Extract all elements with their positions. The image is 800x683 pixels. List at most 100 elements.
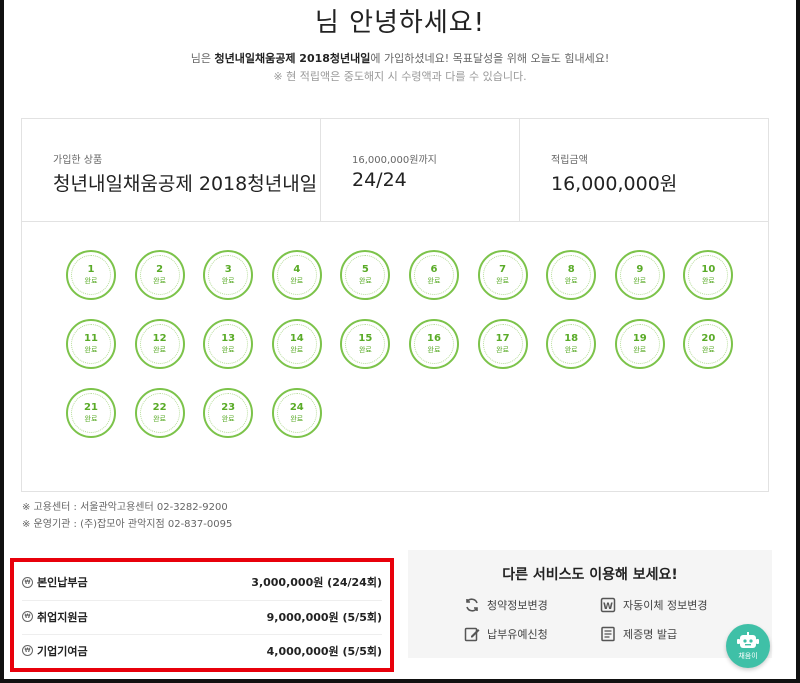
count-summary: 16,000,000원까지 24/24	[320, 119, 519, 221]
installment-status: 완료	[290, 415, 304, 423]
intro-prefix: 님은	[190, 52, 215, 65]
installment-circle: 20 완료	[683, 319, 734, 369]
payment-label: 본인납부금	[37, 576, 88, 589]
installment-number: 4	[293, 264, 301, 275]
installment-status: 완료	[427, 277, 441, 285]
installment-status: 완료	[290, 346, 304, 354]
chatbot-icon	[737, 631, 759, 648]
intro-product: 청년내일채움공제 2018청년내일	[214, 52, 371, 65]
svg-text:W: W	[603, 602, 613, 612]
installment-circle: 12 완료	[134, 319, 185, 369]
installment-status: 완료	[633, 277, 647, 285]
installment-circle: 17 완료	[477, 319, 528, 369]
installment-circle: 23 완료	[203, 388, 254, 438]
installment-circle: 7 완료	[477, 250, 528, 300]
installment-status: 완료	[221, 346, 235, 354]
service-link-certificate-issue[interactable]: 제증명 발급	[600, 626, 677, 642]
installment-status: 완료	[633, 346, 647, 354]
summary-row: 가입한 상품 청년내일채움공제 2018청년내일 16,000,000원까지 2…	[22, 119, 768, 222]
product-summary: 가입한 상품 청년내일채움공제 2018청년내일	[22, 119, 320, 221]
installment-circle: 15 완료	[340, 319, 391, 369]
installment-circle: 21 완료	[66, 388, 116, 438]
installment-number: 2	[156, 264, 164, 275]
installment-status: 완료	[701, 346, 715, 354]
employment-center-info: ※ 고용센터 : 서울관악고용센터 02-3282-9200	[22, 502, 228, 513]
chatbot-label: 채움이	[738, 651, 758, 660]
installment-number: 12	[152, 333, 167, 344]
service-link-label: 청약정보변경	[487, 599, 548, 612]
installment-status: 완료	[290, 277, 304, 285]
installment-number: 16	[427, 333, 441, 344]
installment-status: 완료	[84, 346, 98, 354]
installment-status: 완료	[496, 346, 510, 354]
installment-circle: 11 완료	[66, 319, 116, 369]
installment-number: 10	[701, 264, 716, 275]
installment-status: 완료	[701, 277, 715, 285]
installment-circle: 6 완료	[409, 250, 459, 300]
installment-status: 완료	[358, 346, 372, 354]
installment-circle: 22 완료	[134, 388, 185, 438]
installment-number: 15	[358, 333, 373, 344]
installment-number: 22	[152, 402, 167, 413]
installment-circle: 19 완료	[614, 319, 665, 369]
installment-number: 9	[636, 264, 644, 275]
installment-number: 19	[632, 333, 647, 344]
installment-circle: 3 완료	[203, 250, 254, 300]
payment-row-company-contribution: ₩ 기업기여금 4,000,000원 (5/5회)	[22, 634, 382, 666]
document-icon	[601, 626, 615, 642]
intro-text: 님은 청년내일채움공제 2018청년내일에 가입하셨네요! 목표달성을 위해 오…	[4, 50, 796, 66]
installment-circle: 14 완료	[271, 319, 322, 369]
won-square-icon: W	[600, 597, 616, 613]
product-label: 가입한 상품	[53, 155, 103, 166]
installment-number: 8	[567, 264, 575, 275]
total-value: 16,000,000원	[551, 173, 678, 195]
payment-value: 9,000,000원 (5/5회)	[266, 610, 382, 624]
installment-number: 5	[361, 264, 369, 275]
total-label: 적립금액	[551, 155, 588, 166]
installment-status: 완료	[358, 277, 372, 285]
service-link-autopay-change[interactable]: W 자동이체 정보변경	[600, 597, 707, 613]
installment-status: 완료	[496, 277, 510, 285]
installment-circle: 10 완료	[683, 250, 734, 300]
chatbot-button[interactable]: 채움이	[726, 624, 770, 668]
page: 님 안녕하세요! 님은 청년내일채움공제 2018청년내일에 가입하셨네요! 목…	[4, 0, 796, 679]
installment-circle: 24 완료	[271, 388, 322, 438]
installment-grid: 1 완료 2 완료 3 완료 4 완료 5 완료 6 완료 7 완료 8 완료 9 완료 10 완료 11 완료 12 완료 1…	[22, 222, 768, 492]
installment-number: 7	[499, 264, 507, 275]
installment-number: 6	[430, 264, 438, 275]
installment-number: 11	[84, 333, 98, 344]
installment-number: 14	[289, 333, 304, 344]
installment-status: 완료	[84, 277, 98, 285]
installment-number: 17	[495, 333, 510, 344]
installment-number: 18	[564, 333, 579, 344]
installment-status: 완료	[84, 415, 98, 423]
installment-status: 완료	[564, 277, 578, 285]
installment-circle: 16 완료	[409, 319, 459, 369]
installment-circle: 18 완료	[546, 319, 597, 369]
service-link-subscription-change[interactable]: 청약정보변경	[464, 597, 548, 613]
operator-info: ※ 운영기관 : (주)잡모아 관악지점 02-837-0095	[22, 519, 233, 530]
installment-circle: 8 완료	[546, 250, 597, 300]
payment-row-employment-support: ₩ 취업지원금 9,000,000원 (5/5회)	[22, 600, 382, 632]
other-services-panel: 다른 서비스도 이용해 보세요! 청약정보변경 W 자동이체 정보변경 납부유예…	[408, 550, 772, 658]
installment-number: 13	[221, 333, 236, 344]
installment-status: 완료	[564, 346, 578, 354]
service-link-label: 자동이체 정보변경	[623, 599, 708, 612]
installment-circle: 5 완료	[340, 250, 391, 300]
intro-suffix: 에 가입하셨네요! 목표달성을 위해 오늘도 힘내세요!	[370, 52, 610, 65]
installment-status: 완료	[221, 415, 235, 423]
won-icon: ₩	[22, 576, 33, 588]
installment-circle: 2 완료	[134, 250, 185, 300]
payment-label: 취업지원금	[37, 610, 88, 624]
installment-number: 21	[84, 402, 98, 413]
edit-icon	[464, 627, 480, 642]
service-link-label: 납부유예신청	[487, 628, 548, 641]
installment-status: 완료	[153, 346, 167, 354]
payment-label: 기업기여금	[37, 644, 88, 658]
installment-number: 20	[701, 333, 716, 344]
payment-breakdown-box: ₩ 본인납부금 3,000,000원 (24/24회) ₩ 취업지원금 9,00…	[10, 558, 394, 672]
installment-number: 23	[221, 402, 236, 413]
installment-status: 완료	[153, 277, 167, 285]
service-link-deferral-request[interactable]: 납부유예신청	[464, 626, 548, 642]
installment-circle: 9 완료	[614, 250, 665, 300]
